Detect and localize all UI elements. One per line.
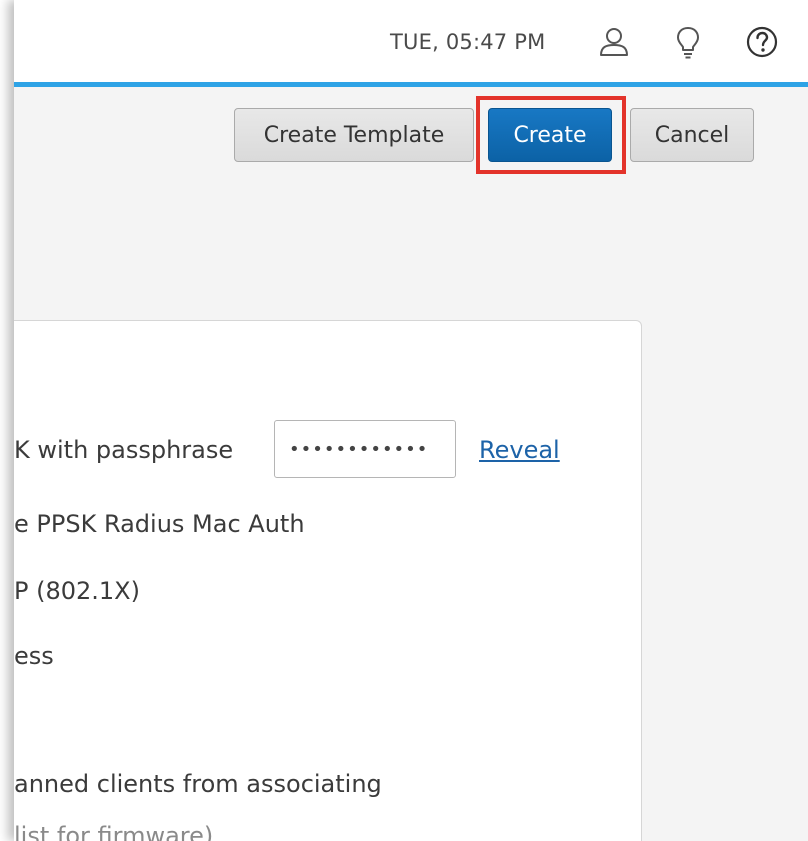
- passphrase-field[interactable]: [274, 420, 456, 478]
- create-button-highlight: [476, 96, 626, 174]
- eap-8021x-option-label: P (802.1X): [14, 577, 140, 605]
- firmware-hint-text: list for firmware): [14, 822, 214, 841]
- ban-clients-option-label: anned clients from associating: [14, 770, 382, 798]
- ppsk-radius-mac-auth-option-label: e PPSK Radius Mac Auth: [14, 510, 305, 538]
- reveal-passphrase-link[interactable]: Reveal: [479, 436, 560, 464]
- header-clock: TUE, 05:47 PM: [390, 30, 546, 54]
- ppsk-passphrase-option-label: K with passphrase: [14, 436, 234, 464]
- app-window: TUE, 05:47 PM Create Template Create Can…: [14, 0, 808, 841]
- top-header: TUE, 05:47 PM: [14, 0, 808, 87]
- open-access-option-label: ess: [14, 642, 54, 670]
- user-icon[interactable]: [594, 22, 634, 62]
- lightbulb-icon[interactable]: [668, 22, 708, 62]
- create-template-button[interactable]: Create Template: [234, 108, 474, 162]
- cancel-button[interactable]: Cancel: [630, 108, 754, 162]
- help-icon[interactable]: [742, 22, 782, 62]
